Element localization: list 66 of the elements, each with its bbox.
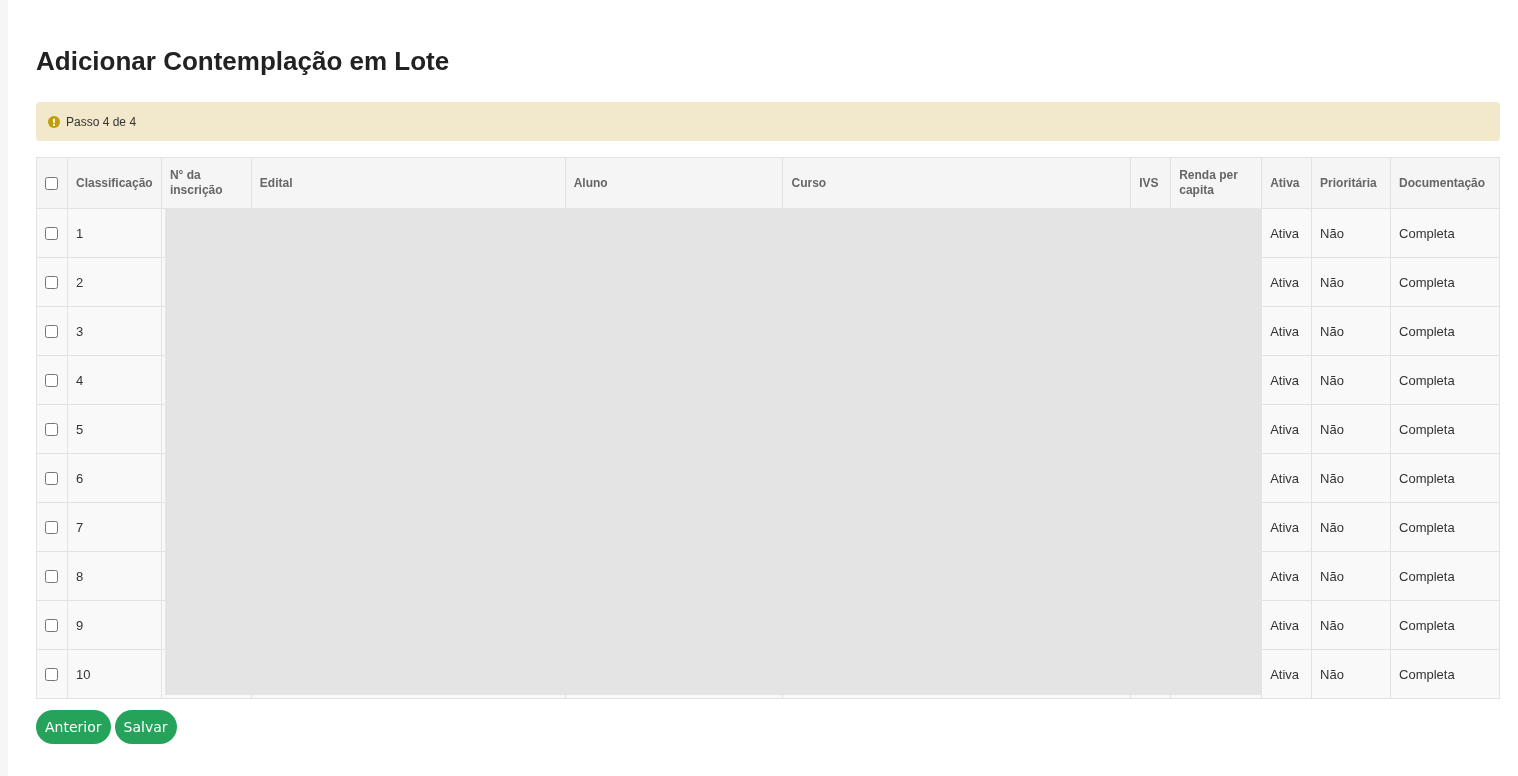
row-checkbox[interactable] bbox=[45, 422, 58, 436]
column-header: Documentação bbox=[1399, 175, 1486, 190]
column-header: Prioritária bbox=[1320, 175, 1377, 190]
column-header: IVS bbox=[1139, 175, 1159, 190]
table-cell: 4 bbox=[75, 372, 84, 388]
table-cell: Completa bbox=[1399, 421, 1455, 437]
table-cell: Completa bbox=[1399, 666, 1455, 682]
row-checkbox[interactable] bbox=[45, 569, 58, 583]
row-checkbox[interactable] bbox=[45, 373, 58, 387]
table-cell: Ativa bbox=[1270, 274, 1300, 290]
select-all-checkbox[interactable] bbox=[45, 176, 58, 190]
table-cell: Não bbox=[1320, 274, 1344, 290]
action-button[interactable]: Anterior bbox=[36, 710, 111, 744]
table-cell: Não bbox=[1320, 568, 1344, 584]
table-cell: Ativa bbox=[1270, 470, 1300, 486]
row-checkbox[interactable] bbox=[45, 520, 58, 534]
table-cell: Ativa bbox=[1270, 519, 1300, 535]
row-checkbox[interactable] bbox=[45, 226, 58, 240]
table-cell: Completa bbox=[1399, 372, 1455, 388]
table-cell: 1 bbox=[75, 225, 84, 241]
action-button[interactable]: Salvar bbox=[114, 710, 177, 744]
table-cell: 8 bbox=[75, 568, 84, 584]
row-checkbox[interactable] bbox=[45, 471, 58, 485]
column-header: N° da inscrição bbox=[169, 168, 223, 197]
column-header: Edital bbox=[259, 175, 293, 190]
table-cell: Ativa bbox=[1270, 666, 1300, 682]
table-cell: Ativa bbox=[1270, 372, 1300, 388]
table-cell: Ativa bbox=[1270, 225, 1300, 241]
table-cell: Não bbox=[1320, 225, 1344, 241]
column-header: Classificação bbox=[75, 175, 153, 190]
table-cell: Não bbox=[1320, 323, 1344, 339]
exclamation-icon bbox=[48, 115, 60, 128]
alert-text: Passo 4 de 4 bbox=[66, 114, 137, 129]
table-cell: Ativa bbox=[1270, 323, 1300, 339]
column-header: Aluno bbox=[573, 175, 608, 190]
table-cell: 3 bbox=[75, 323, 84, 339]
row-checkbox[interactable] bbox=[45, 618, 58, 632]
table-cell: Não bbox=[1320, 666, 1344, 682]
table-cell: 9 bbox=[75, 617, 84, 633]
table-cell: Ativa bbox=[1270, 568, 1300, 584]
table-cell: 10 bbox=[75, 666, 91, 682]
table-cell: Não bbox=[1320, 617, 1344, 633]
row-checkbox[interactable] bbox=[45, 275, 58, 289]
table-cell: 2 bbox=[75, 274, 84, 290]
table-cell: Não bbox=[1320, 421, 1344, 437]
table-cell: Não bbox=[1320, 372, 1344, 388]
table-cell: 5 bbox=[75, 421, 84, 437]
table-cell: Ativa bbox=[1270, 421, 1300, 437]
column-header: Curso bbox=[791, 175, 827, 190]
table-cell: Completa bbox=[1399, 568, 1455, 584]
column-header: Ativa bbox=[1270, 175, 1300, 190]
table-cell: Não bbox=[1320, 519, 1344, 535]
table-cell: Completa bbox=[1399, 323, 1455, 339]
table-cell: 6 bbox=[75, 470, 84, 486]
column-header: Renda per capita bbox=[1179, 168, 1238, 197]
table-cell: Completa bbox=[1399, 617, 1455, 633]
table-cell: Completa bbox=[1399, 519, 1455, 535]
table-cell: 7 bbox=[75, 519, 84, 535]
row-checkbox[interactable] bbox=[45, 667, 58, 681]
table-cell: Não bbox=[1320, 470, 1344, 486]
table-cell: Completa bbox=[1399, 225, 1455, 241]
table-cell: Ativa bbox=[1270, 617, 1300, 633]
table-cell: Completa bbox=[1399, 470, 1455, 486]
table-cell: Completa bbox=[1399, 274, 1455, 290]
row-checkbox[interactable] bbox=[45, 324, 58, 338]
page-title: Adicionar Contemplação em Lote bbox=[36, 45, 451, 77]
